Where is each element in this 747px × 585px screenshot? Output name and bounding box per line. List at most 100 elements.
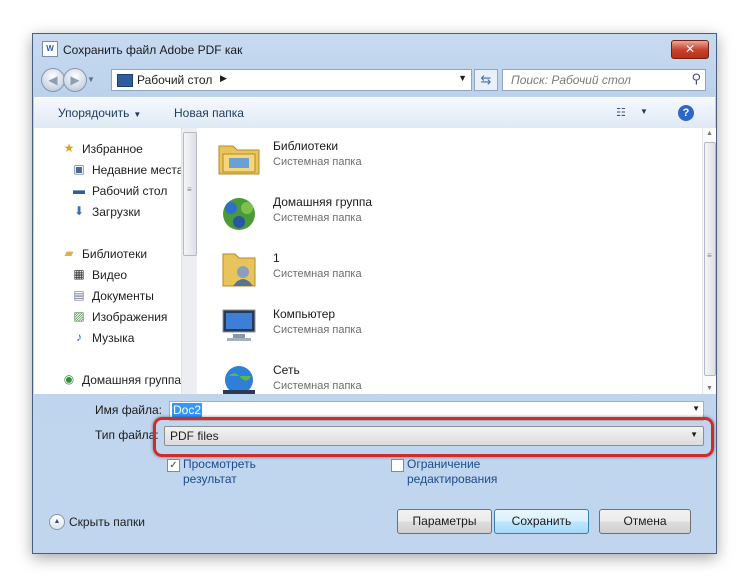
- file-type: Системная папка: [273, 212, 362, 224]
- browser-area: ★ Избранное ▣ Недавние места ▬ Рабочий стол ⬇ З…: [34, 128, 716, 394]
- help-icon[interactable]: ?: [678, 105, 694, 121]
- refresh-icon: ⇆: [480, 72, 492, 87]
- sidebar-item-label: Библиотеки: [82, 247, 148, 261]
- filename-value[interactable]: Doc2: [172, 403, 203, 417]
- scroll-grip-icon: ≡: [187, 185, 192, 194]
- hide-folders-label[interactable]: Скрыть папки: [69, 515, 145, 529]
- file-list-item[interactable]: 1 Системная папка: [211, 244, 681, 294]
- save-dialog: W Сохранить файл Adobe PDF как ✕ ◀ ▶ ▼ Р…: [32, 33, 717, 554]
- network-icon: [217, 360, 261, 394]
- filetype-dropdown-icon[interactable]: ▼: [690, 430, 698, 439]
- cancel-button[interactable]: Отмена: [599, 509, 691, 534]
- navigation-scroll-thumb[interactable]: ≡: [183, 132, 197, 256]
- file-list: Библиотеки Системная папка Домашняя группа…: [197, 128, 702, 394]
- file-list-item[interactable]: Сеть Системная папка: [211, 356, 681, 394]
- search-box[interactable]: Поиск: Рабочий стол ⚲: [502, 69, 706, 91]
- computer-icon: [217, 304, 261, 346]
- search-placeholder[interactable]: Поиск: Рабочий стол: [511, 73, 631, 87]
- organize-caret-icon: ▼: [133, 110, 142, 119]
- sidebar-item-label: Избранное: [82, 142, 143, 156]
- back-button[interactable]: ◀: [41, 68, 65, 92]
- homegroup-icon: ◉: [63, 372, 75, 386]
- file-name: Библиотеки: [273, 139, 339, 153]
- sidebar-item-label: Музыка: [92, 331, 135, 345]
- filetype-select[interactable]: PDF files ▼: [164, 426, 704, 446]
- pictures-icon: ▨: [73, 309, 85, 323]
- restrict-editing-label-line1[interactable]: Ограничение: [407, 457, 497, 472]
- view-options-caret-icon[interactable]: ▼: [640, 107, 648, 116]
- navigation-row: ◀ ▶ ▼ Рабочий стол ▶ ▼ ⇆ Поиск: Рабочий …: [33, 64, 716, 94]
- collapse-up-icon: ▲: [49, 514, 65, 530]
- sidebar-item-label: Недавние места: [92, 163, 181, 177]
- breadcrumb-arrow-icon[interactable]: ▶: [220, 73, 227, 84]
- desktop-icon: [117, 74, 133, 87]
- save-button[interactable]: Сохранить: [494, 509, 589, 534]
- video-icon: ▦: [73, 267, 85, 281]
- change-view-icon[interactable]: ☷: [616, 106, 630, 119]
- downloads-icon: ⬇: [73, 204, 85, 218]
- sidebar-item-label: Домашняя группа: [82, 373, 181, 387]
- address-dropdown-icon[interactable]: ▼: [458, 73, 467, 83]
- filetype-label: Тип файла:: [95, 428, 159, 442]
- forward-button[interactable]: ▶: [63, 68, 87, 92]
- view-result-label-line2[interactable]: результат: [183, 472, 256, 487]
- sidebar-item-label: Видео: [92, 268, 128, 282]
- forward-arrow-icon: ▶: [70, 73, 80, 87]
- title-bar: W Сохранить файл Adobe PDF как ✕: [33, 34, 716, 64]
- refresh-button[interactable]: ⇆: [474, 69, 498, 91]
- libraries-icon: ▰: [64, 246, 74, 260]
- filetype-value[interactable]: PDF files: [170, 429, 219, 443]
- libraries-folder-icon: [217, 136, 261, 178]
- homegroup-icon: [217, 192, 261, 234]
- word-app-icon: W: [42, 41, 58, 57]
- close-icon: ✕: [684, 42, 696, 56]
- restrict-editing-label[interactable]: Ограничение редактирования: [407, 457, 497, 487]
- scroll-grip-icon: ≡: [707, 251, 712, 260]
- file-list-scroll-thumb[interactable]: ≡: [704, 142, 716, 376]
- file-name: Компьютер: [273, 307, 336, 321]
- recent-locations-dropdown-icon[interactable]: ▼: [87, 75, 95, 84]
- sidebar-item-label: Загрузки: [92, 205, 141, 219]
- file-list-item[interactable]: Компьютер Системная папка: [211, 300, 681, 350]
- file-type: Системная папка: [273, 324, 362, 336]
- scroll-up-icon[interactable]: ▲: [706, 130, 713, 137]
- file-name: Сеть: [273, 363, 300, 377]
- file-type: Системная папка: [273, 380, 362, 392]
- view-result-checkbox[interactable]: ✓: [167, 459, 180, 472]
- parameters-button[interactable]: Параметры: [397, 509, 492, 534]
- back-arrow-icon: ◀: [48, 73, 58, 87]
- documents-icon: ▤: [73, 288, 85, 302]
- file-type: Системная папка: [273, 268, 362, 280]
- search-icon[interactable]: ⚲: [691, 71, 701, 87]
- window-title: Сохранить файл Adobe PDF как: [63, 43, 243, 57]
- checkmark-icon: ✓: [169, 460, 178, 471]
- close-button[interactable]: ✕: [671, 40, 709, 59]
- restrict-editing-checkbox[interactable]: [391, 459, 404, 472]
- view-result-label[interactable]: Просмотреть результат: [183, 457, 256, 487]
- file-name: 1: [273, 251, 280, 265]
- address-location[interactable]: Рабочий стол: [137, 73, 212, 87]
- sidebar-item-label: Рабочий стол: [92, 184, 168, 198]
- star-icon: ★: [63, 141, 75, 155]
- navigation-pane: ★ Избранное ▣ Недавние места ▬ Рабочий стол ⬇ З…: [34, 128, 181, 394]
- sidebar-item-label: Документы: [92, 289, 154, 303]
- file-list-scrollbar[interactable]: ▲ ≡ ▼: [702, 128, 716, 394]
- organize-label: Упорядочить: [58, 106, 130, 120]
- view-result-label-line1[interactable]: Просмотреть: [183, 457, 256, 472]
- filename-field[interactable]: Doc2 ▼: [169, 401, 704, 421]
- desktop-icon: ▬: [73, 183, 85, 197]
- restrict-editing-label-line2[interactable]: редактирования: [407, 472, 497, 487]
- user-folder-icon: [217, 248, 261, 290]
- music-icon: ♪: [76, 330, 82, 344]
- scroll-down-icon[interactable]: ▼: [706, 385, 713, 392]
- navigation-scrollbar[interactable]: ≡: [181, 128, 197, 394]
- organize-menu[interactable]: Упорядочить ▼: [58, 106, 141, 120]
- file-list-item[interactable]: Домашняя группа Системная папка: [211, 188, 681, 238]
- file-list-item[interactable]: Библиотеки Системная папка: [211, 132, 681, 182]
- filename-dropdown-icon[interactable]: ▼: [692, 404, 700, 413]
- new-folder-button[interactable]: Новая папка: [174, 106, 244, 120]
- recent-places-icon: ▣: [73, 162, 85, 176]
- file-name: Домашняя группа: [273, 195, 373, 209]
- sidebar-item-label: Изображения: [92, 310, 168, 324]
- address-bar[interactable]: Рабочий стол ▶ ▼: [111, 69, 472, 91]
